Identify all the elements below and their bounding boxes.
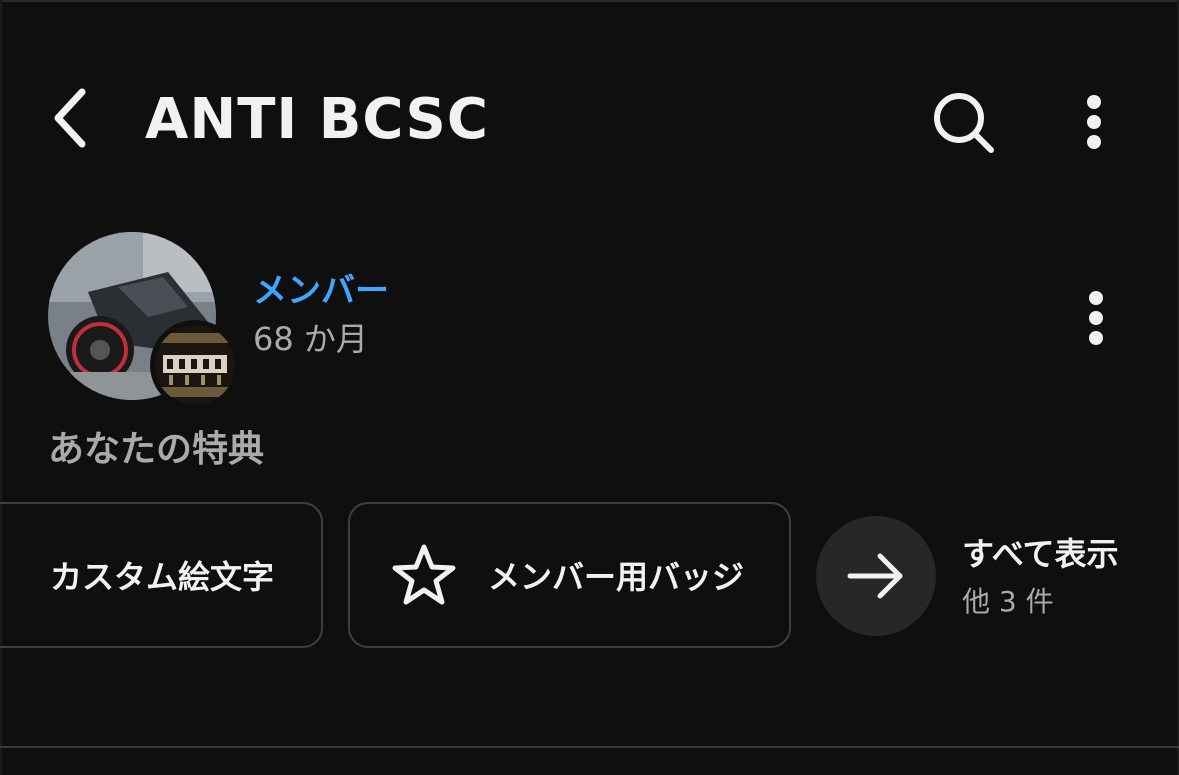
top-edge (0, 0, 1179, 2)
show-all-button[interactable] (816, 516, 936, 636)
page-title: ANTI BCSC (145, 87, 489, 152)
star-outline-icon (392, 544, 456, 605)
search-icon (934, 93, 994, 153)
membership-duration: 68 か月 (253, 320, 368, 358)
more-vert-icon (1087, 95, 1101, 149)
channel-badge-avatar (150, 320, 240, 410)
show-all-label[interactable]: すべて表示 (962, 532, 1118, 576)
chevron-left-icon (54, 88, 86, 148)
more-vert-icon (1089, 291, 1103, 345)
divider (0, 746, 1179, 748)
chip-label: メンバー用バッジ (488, 558, 745, 596)
perk-member-badge-chip[interactable]: メンバー用バッジ (348, 502, 791, 648)
perks-heading: あなたの特典 (48, 429, 265, 470)
left-edge (0, 0, 2, 775)
back-button[interactable] (40, 80, 100, 156)
membership-more-button[interactable] (1066, 280, 1126, 356)
channel-logo (155, 325, 235, 405)
membership-level: メンバー (253, 271, 389, 311)
search-button[interactable] (925, 84, 1001, 160)
chip-label: カスタム絵文字 (50, 558, 275, 596)
arrow-right-icon (847, 553, 903, 599)
more-options-button[interactable] (1064, 84, 1124, 160)
show-all-count: 他 3 件 (962, 585, 1054, 618)
perk-custom-emoji-chip[interactable]: カスタム絵文字 (0, 502, 323, 648)
